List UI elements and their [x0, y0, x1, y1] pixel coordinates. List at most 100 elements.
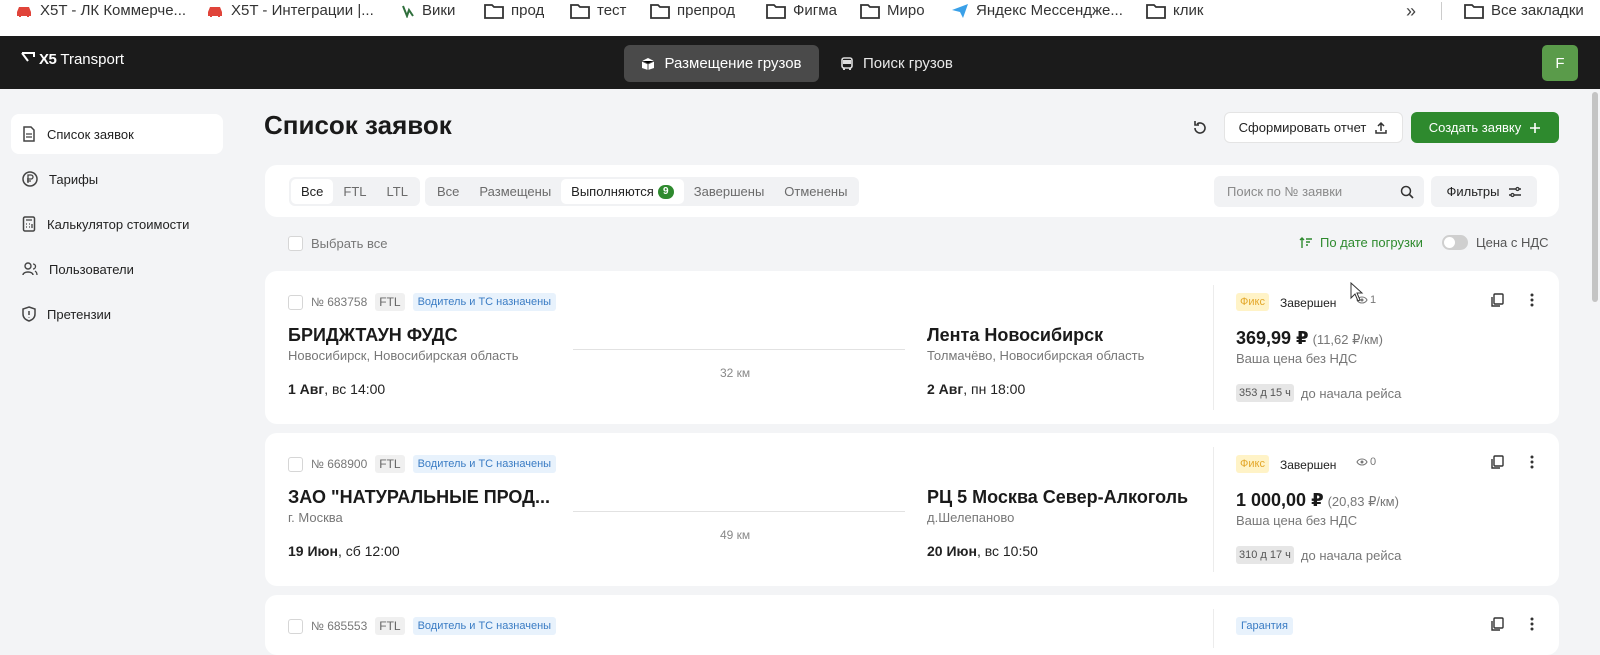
bookmark-x5t-lk[interactable]: X5T - ЛК Коммерче...: [15, 0, 186, 22]
bookmark-folder-test[interactable]: тест: [570, 0, 626, 22]
bookmarks-bar: X5T - ЛК Коммерче... X5T - Интеграции |.…: [0, 0, 1600, 22]
copy-order-button[interactable]: [1487, 290, 1507, 310]
copy-order-button[interactable]: [1487, 614, 1507, 634]
generate-report-button[interactable]: Сформировать отчет: [1224, 112, 1403, 143]
copy-order-button[interactable]: [1487, 452, 1507, 472]
route-distance: 49 км: [720, 528, 751, 542]
tab-cargo-search[interactable]: Поиск грузов: [840, 45, 953, 82]
bookmark-x5t-integrations[interactable]: X5T - Интеграции |...: [206, 0, 374, 22]
calculator-icon: [22, 216, 36, 232]
order-checkbox[interactable]: [288, 294, 303, 310]
document-icon: [23, 126, 35, 142]
from-date: 1 Авг, вс 14:00: [288, 381, 386, 397]
folder-icon: [766, 4, 786, 19]
order-status-tag: Водитель и ТС назначены: [412, 293, 557, 311]
bookmark-folder-miro[interactable]: Миро: [860, 0, 925, 22]
logo[interactable]: X5 Transport: [21, 51, 124, 68]
user-avatar[interactable]: F: [1542, 45, 1578, 81]
bookmark-folder-click[interactable]: клик: [1146, 0, 1203, 22]
sidebar-item-tariffs[interactable]: Тарифы: [11, 159, 223, 199]
type-filter-all[interactable]: Все: [291, 179, 334, 204]
order-card-header: № 683758 FTL Водитель и ТС назначены: [22, 293, 557, 311]
order-status-tag: Водитель и ТС назначены: [412, 617, 557, 635]
more-menu-button[interactable]: [1522, 614, 1542, 634]
folder-icon: [1146, 4, 1166, 19]
order-type-tag: FTL: [375, 617, 405, 635]
kebab-icon: [1530, 617, 1534, 631]
type-filter-ftl[interactable]: FTL: [333, 179, 376, 204]
to-date: 20 Июн, вс 10:50: [927, 543, 1038, 559]
bus-icon: [841, 56, 853, 70]
folder-icon: [570, 4, 590, 19]
more-menu-button[interactable]: [1522, 290, 1542, 310]
from-name: БРИДЖТАУН ФУДС: [288, 325, 458, 345]
sort-icon: [1299, 236, 1312, 248]
status-filter-all[interactable]: Все: [427, 179, 469, 204]
upload-icon: [1375, 121, 1388, 134]
fixed-price-badge: Фикс: [1236, 455, 1269, 473]
sidebar-item-users[interactable]: Пользователи: [11, 249, 223, 289]
toggle-switch[interactable]: [1442, 235, 1468, 250]
status-filter-placed[interactable]: Размещены: [469, 179, 561, 204]
filters-button[interactable]: Фильтры: [1431, 176, 1537, 207]
order-card-header: № 668900 FTL Водитель и ТС назначены: [22, 455, 557, 473]
bookmark-folder-preprod[interactable]: препрод: [650, 0, 735, 22]
price-note: Ваша цена без НДС: [1236, 513, 1358, 528]
bookmark-wiki[interactable]: Вики: [401, 0, 455, 22]
status-filter-in-progress[interactable]: Выполняются 9: [561, 179, 684, 204]
page-scrollbar[interactable]: [1592, 92, 1598, 302]
order-checkbox[interactable]: [288, 456, 303, 472]
type-filter: Все FTL LTL: [289, 177, 420, 206]
card-divider: [1213, 609, 1214, 648]
sort-by-loading-date[interactable]: По дате погрузки: [1299, 235, 1423, 250]
folder-icon: [650, 4, 670, 19]
route-line: [573, 511, 905, 512]
bookmarks-overflow-button[interactable]: »: [1406, 0, 1416, 22]
order-price: 1 000,00 ₽ (20,83 ₽/км): [1236, 490, 1399, 510]
tab-cargo-placement[interactable]: Размещение грузов: [624, 45, 819, 82]
kebab-icon: [1530, 293, 1534, 307]
bookmark-yandex-messenger[interactable]: Яндекс Мессендже...: [951, 0, 1123, 22]
to-name: РЦ 5 Москва Север-Алкоголь: [927, 487, 1189, 507]
order-type-tag: FTL: [375, 293, 405, 311]
bookmark-folder-prod[interactable]: прод: [484, 0, 544, 22]
to-address: Толмачёво, Новосибирская область: [927, 348, 1145, 363]
order-state: Завершен: [1280, 458, 1337, 472]
order-status-tag: Водитель и ТС назначены: [412, 455, 557, 473]
card-divider: [1213, 285, 1214, 410]
box-icon: [642, 57, 655, 70]
vat-price-toggle[interactable]: Цена с НДС: [1442, 235, 1549, 250]
trip-countdown: 310 д 17 ч до начала рейса: [1236, 546, 1401, 564]
page-title: Список заявок: [264, 110, 452, 140]
x5-logo-icon: [21, 51, 35, 62]
sidebar-item-calculator[interactable]: Калькулятор стоимости: [11, 204, 223, 244]
order-price: 369,99 ₽ (11,62 ₽/км): [1236, 328, 1383, 348]
refresh-icon: [1194, 121, 1206, 134]
folder-icon: [860, 4, 880, 19]
sidebar-item-orders[interactable]: Список заявок: [11, 114, 223, 154]
plus-icon: [1530, 122, 1541, 133]
refresh-button[interactable]: [1188, 116, 1212, 140]
car-icon: [208, 7, 222, 17]
create-order-button[interactable]: Создать заявку: [1411, 112, 1559, 143]
ruble-icon: [22, 171, 38, 187]
route-line: [573, 349, 905, 350]
copy-icon: [1491, 617, 1504, 631]
search-icon: [1400, 185, 1414, 199]
all-bookmarks-button[interactable]: Все закладки: [1464, 0, 1584, 22]
order-number: № 685553: [311, 619, 368, 633]
users-icon: [22, 262, 38, 276]
status-filter-cancelled[interactable]: Отменены: [774, 179, 857, 204]
order-type-tag: FTL: [375, 455, 405, 473]
more-menu-button[interactable]: [1522, 452, 1542, 472]
order-checkbox[interactable]: [288, 618, 303, 634]
checkbox[interactable]: [288, 236, 303, 251]
price-note: Ваша цена без НДС: [1236, 351, 1358, 366]
order-state: Завершен: [1280, 296, 1337, 310]
type-filter-ltl[interactable]: LTL: [377, 179, 418, 204]
status-filter-completed[interactable]: Завершены: [684, 179, 774, 204]
bookmark-folder-figma[interactable]: Фигма: [766, 0, 837, 22]
select-all-checkbox[interactable]: Выбрать все: [288, 236, 387, 251]
order-search-input[interactable]: Поиск по № заявки: [1214, 176, 1424, 207]
folder-icon: [1464, 4, 1484, 19]
